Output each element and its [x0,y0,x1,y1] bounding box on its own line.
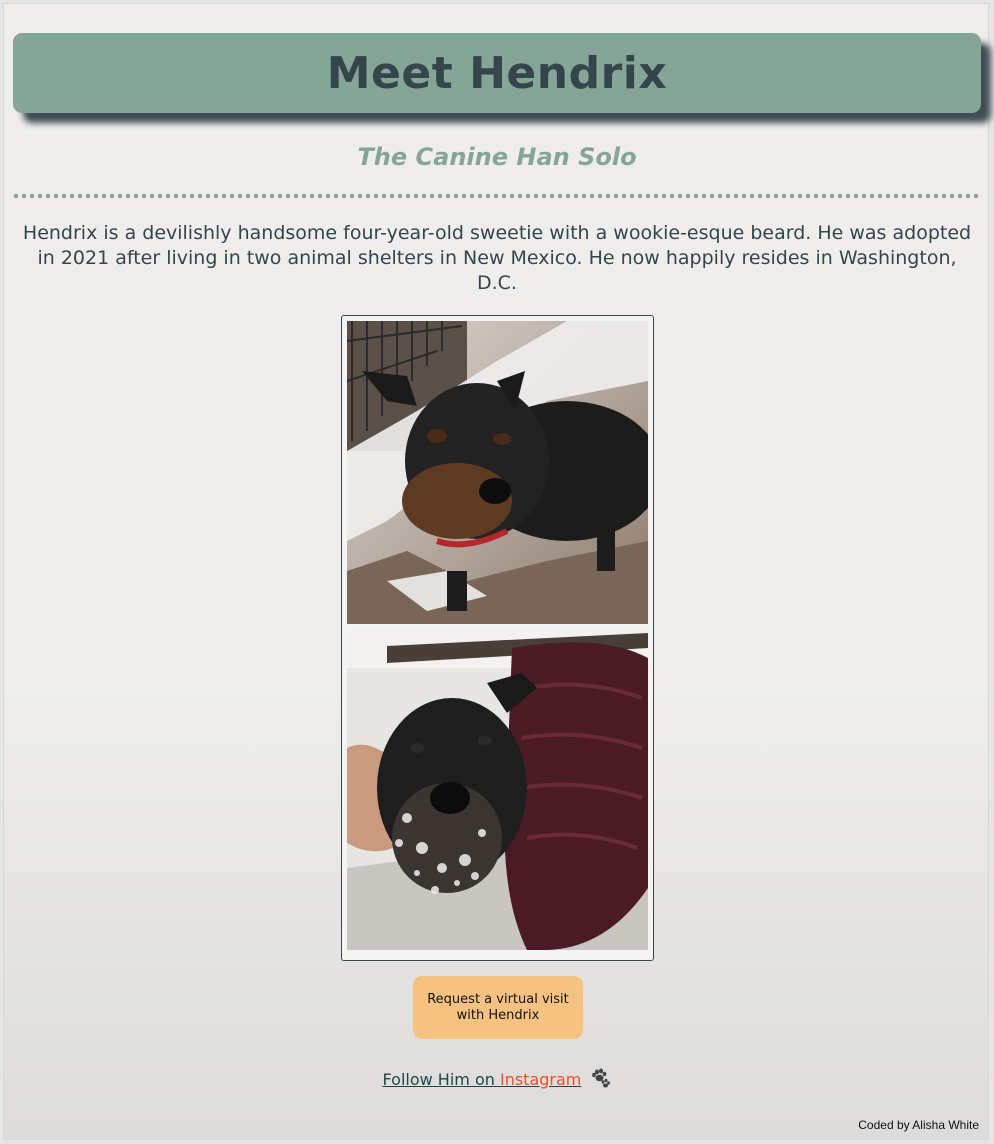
follow-line: Follow Him on Instagram [4,1068,990,1089]
photo-collage [341,315,654,961]
hendrix-photo-red-jacket [347,628,648,950]
dotted-divider [12,193,982,199]
page: Meet Hendrix The Canine Han Solo Hendrix… [3,3,989,1140]
page-title: Meet Hendrix [326,47,668,99]
footer-credit: Coded by Alisha White [858,1118,979,1132]
request-virtual-visit-button[interactable]: Request a virtual visit with Hendrix [413,976,583,1039]
page-header: Meet Hendrix [13,33,981,113]
paw-prints-icon [589,1068,611,1088]
instagram-link-label: Instagram [499,1070,582,1089]
follow-prefix: Follow Him on [382,1070,500,1089]
follow-instagram-link[interactable]: Follow Him on Instagram [383,1070,582,1089]
page-subtitle: The Canine Han Solo [357,143,637,171]
intro-paragraph: Hendrix is a devilishly handsome four-ye… [22,222,972,294]
hendrix-photo-snow-yard [347,321,648,624]
